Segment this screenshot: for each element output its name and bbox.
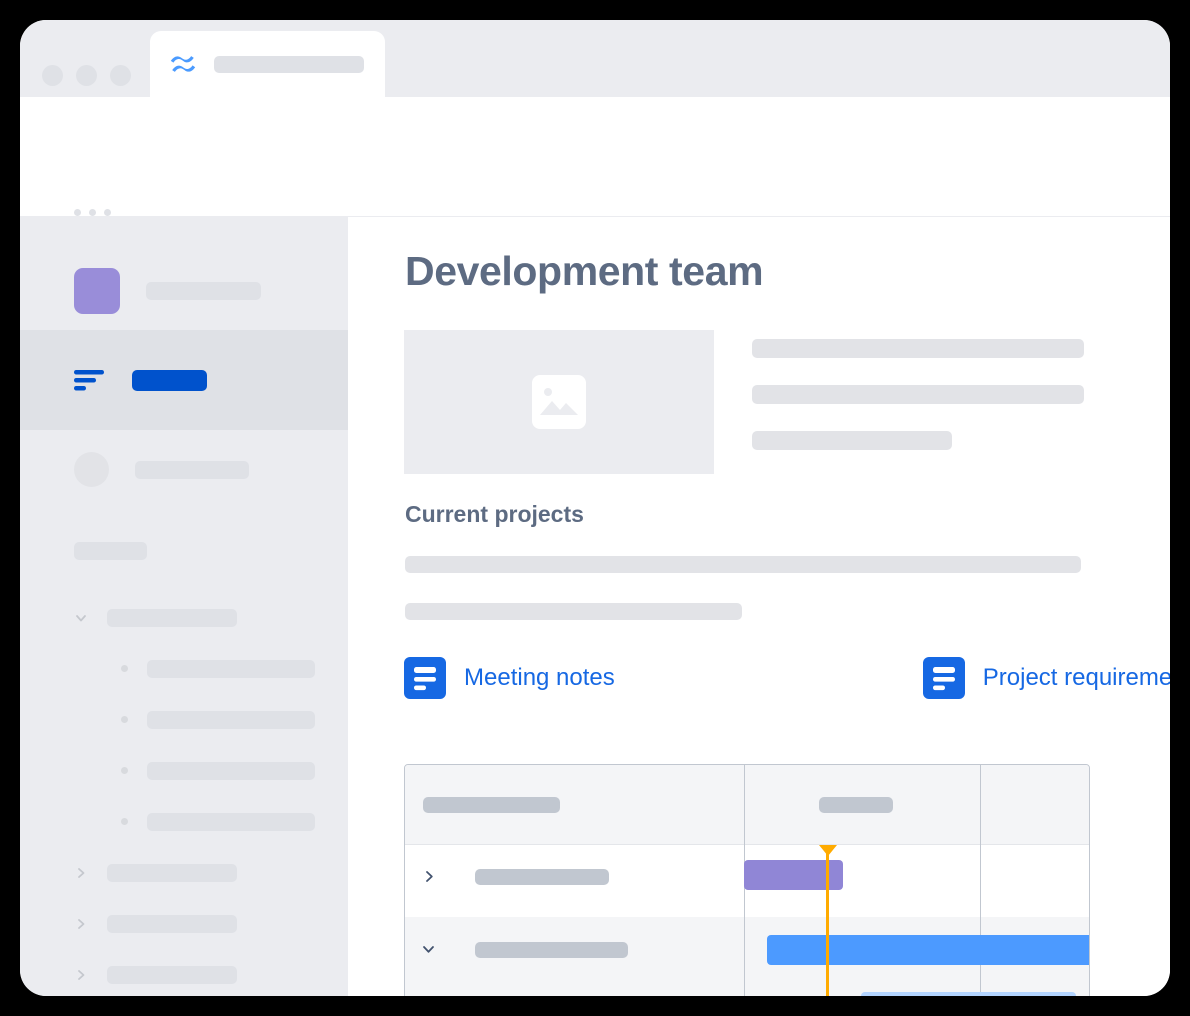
timeline-header-label (819, 797, 893, 813)
page-document-icon (922, 657, 965, 699)
timeline-row-label (475, 942, 628, 958)
bullet-icon (121, 665, 128, 672)
tree-node-label (107, 863, 237, 882)
member-avatar-icon (74, 452, 109, 487)
tree-node-label (107, 608, 237, 627)
tree-node-collapsed[interactable] (20, 949, 348, 996)
today-marker-line (826, 845, 829, 996)
browser-window: + (20, 20, 1170, 996)
timeline-header (405, 765, 1089, 845)
timeline-bar-light-blue[interactable] (861, 992, 1076, 996)
bullet-icon (121, 818, 128, 825)
sidebar-space-header[interactable] (20, 253, 348, 329)
hero-image-placeholder (404, 330, 714, 474)
sidebar (20, 217, 348, 996)
link-meeting-notes[interactable]: Meeting notes (404, 657, 615, 699)
image-placeholder-icon (532, 375, 586, 429)
timeline-bar-blue[interactable] (767, 935, 1089, 965)
chevron-right-icon[interactable] (74, 968, 88, 982)
page-title: Development team (405, 248, 764, 294)
sidebar-section-label (74, 542, 147, 560)
tree-node-label (107, 914, 237, 933)
app-toolbar: + (20, 97, 1170, 277)
paragraph-line (405, 603, 742, 620)
sidebar-page-tree (20, 592, 348, 996)
confluence-logo-icon (168, 49, 198, 79)
hero-text-lines (752, 339, 1084, 450)
hero-text-line (752, 339, 1084, 358)
tree-node-label (107, 965, 237, 984)
link-project-requirements[interactable]: Project requirements (922, 657, 1170, 699)
app-body: Development team Current projects Meetin… (20, 217, 1170, 996)
tree-child-label (147, 812, 315, 831)
hero-text-line (752, 431, 952, 450)
tab-title (214, 55, 364, 73)
close-window-button[interactable] (42, 65, 63, 86)
bullet-icon (121, 716, 128, 723)
timeline-header-label (423, 797, 560, 813)
today-marker-icon (819, 845, 837, 856)
link-label: Project requirements (982, 664, 1170, 691)
link-label: Meeting notes (464, 664, 615, 691)
browser-chrome (20, 20, 1170, 97)
tree-child[interactable] (20, 745, 348, 796)
tree-child[interactable] (20, 643, 348, 694)
chevron-down-icon[interactable] (74, 611, 88, 625)
hero-text-line (752, 385, 1084, 404)
tree-node-collapsed[interactable] (20, 898, 348, 949)
chevron-right-icon[interactable] (423, 870, 436, 883)
tree-node-expanded[interactable] (20, 592, 348, 643)
tree-child-label (147, 659, 315, 678)
space-name (146, 282, 261, 300)
list-lines-icon (74, 368, 106, 393)
member-name (135, 460, 249, 479)
main-content: Development team Current projects Meetin… (348, 217, 1170, 996)
sidebar-item-active[interactable] (20, 330, 348, 430)
browser-tab[interactable] (150, 31, 385, 97)
tree-child-label (147, 710, 315, 729)
traffic-lights (42, 65, 131, 86)
maximize-window-button[interactable] (110, 65, 131, 86)
tree-node-collapsed[interactable] (20, 847, 348, 898)
minimize-window-button[interactable] (76, 65, 97, 86)
page-document-icon (404, 657, 446, 699)
chevron-down-icon[interactable] (422, 943, 435, 956)
bullet-icon (121, 767, 128, 774)
section-title: Current projects (405, 501, 584, 527)
tree-child[interactable] (20, 694, 348, 745)
chevron-right-icon[interactable] (74, 866, 88, 880)
tree-child[interactable] (20, 796, 348, 847)
space-avatar (74, 268, 120, 314)
tree-child-label (147, 761, 315, 780)
sidebar-member-row[interactable] (20, 452, 348, 487)
timeline-gantt (404, 764, 1090, 996)
paragraph-line (405, 556, 1081, 573)
sidebar-item-active-label (132, 369, 207, 391)
chevron-right-icon[interactable] (74, 917, 88, 931)
document-links: Meeting notes Project requirements (404, 657, 1170, 699)
timeline-row-label (475, 869, 609, 885)
